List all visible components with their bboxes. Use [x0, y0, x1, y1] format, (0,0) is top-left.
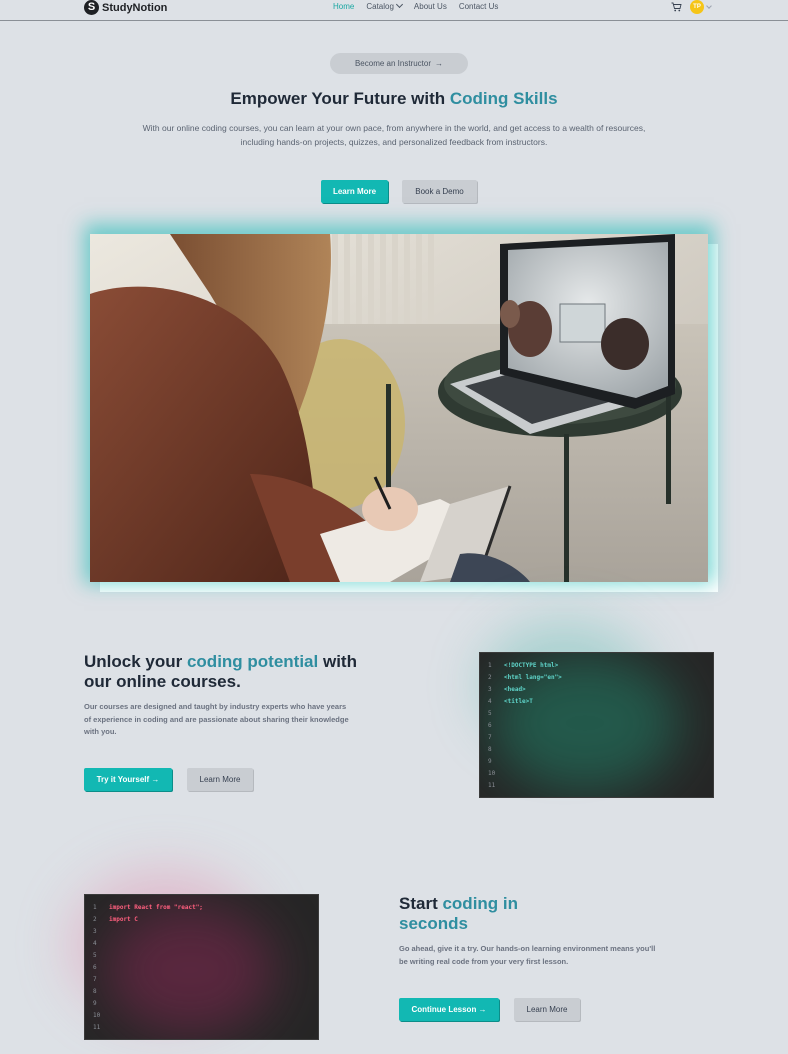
nav-catalog[interactable]: Catalog — [366, 0, 403, 11]
logo[interactable]: S StudyNotion — [84, 0, 167, 15]
code-content: import React from "react"; import C — [109, 902, 203, 926]
line-number: 11 — [93, 1024, 101, 1031]
line-number: 6 — [93, 964, 97, 971]
section1-learn-more-button[interactable]: Learn More — [187, 768, 253, 791]
hero-title-prefix: Empower Your Future with — [230, 89, 450, 108]
brand-name: StudyNotion — [102, 1, 168, 14]
line-number: 3 — [488, 686, 492, 693]
line-number: 8 — [93, 988, 97, 995]
nav-catalog-label: Catalog — [366, 2, 394, 11]
code-content: <!DOCTYPE html> <html lang="en"> <head> <ti… — [504, 660, 562, 708]
line-numbers: 1 2 3 4 5 6 7 8 9 10 11 — [93, 902, 100, 1034]
nav-links: Home Catalog About Us Contact Us — [333, 0, 499, 11]
nav-contact[interactable]: Contact Us — [459, 2, 499, 11]
section1-title-highlight: coding potential — [186, 652, 319, 671]
line-number: 2 — [488, 674, 492, 681]
line-number: 4 — [93, 940, 97, 947]
line-number: 10 — [488, 770, 496, 777]
nav-about[interactable]: About Us — [414, 2, 447, 11]
become-instructor-button[interactable]: Become an Instructor → — [330, 53, 468, 74]
code-line: <!DOCTYPE html> — [504, 662, 559, 669]
code-line: import C — [109, 916, 138, 923]
line-number: 1 — [93, 904, 97, 911]
line-number: 11 — [488, 782, 496, 789]
try-it-yourself-button[interactable]: Try it Yourself → — [84, 768, 172, 791]
section2-title: Start coding in seconds — [399, 894, 559, 934]
hero-video-scene — [90, 234, 708, 582]
line-numbers: 1 2 3 4 5 6 7 8 9 10 11 — [488, 660, 495, 792]
cart-icon[interactable] — [671, 2, 682, 12]
code-line: <head> — [504, 686, 526, 693]
line-number: 6 — [488, 722, 492, 729]
section2-description: Go ahead, give it a try. Our hands-on le… — [399, 944, 656, 966]
line-number: 2 — [93, 916, 97, 923]
hero-subtitle: With our online coding courses, you can … — [142, 123, 646, 147]
section2-title-prefix: Start — [399, 894, 443, 913]
avatar-caret-icon[interactable] — [706, 3, 712, 9]
code-line: <html lang="en"> — [504, 674, 562, 681]
avatar[interactable]: TP — [690, 0, 704, 14]
section1-description: Our courses are designed and taught by i… — [84, 702, 349, 736]
line-number: 7 — [488, 734, 492, 741]
navbar: S StudyNotion Home Catalog About Us Cont… — [0, 0, 788, 21]
nav-home[interactable]: Home — [333, 2, 354, 11]
line-number: 8 — [488, 746, 492, 753]
become-instructor-label: Become an Instructor — [354, 59, 432, 68]
code-editor-react: 1 2 3 4 5 6 7 8 9 10 11 import React from "react";… — [84, 894, 319, 1040]
hero-video[interactable] — [90, 234, 708, 582]
code-line: import React from "react"; — [109, 904, 203, 911]
hero-title: Empower Your Future with Coding Skills — [0, 89, 788, 109]
chevron-down-icon — [395, 0, 403, 9]
line-number: 3 — [93, 928, 97, 935]
try-it-yourself-label: Try it Yourself — [96, 775, 150, 784]
section2-learn-more-button[interactable]: Learn More — [514, 998, 580, 1021]
line-number: 9 — [93, 1000, 97, 1007]
learn-more-button[interactable]: Learn More — [321, 180, 388, 203]
book-demo-button[interactable]: Book a Demo — [402, 180, 477, 203]
line-number: 10 — [93, 1012, 101, 1019]
logo-icon: S — [84, 0, 99, 15]
code-line: <title>T — [504, 698, 533, 705]
arrow-right-icon: → — [476, 1005, 487, 1014]
section1-title: Unlock your coding potential with our on… — [84, 652, 384, 692]
line-number: 5 — [93, 952, 97, 959]
continue-lesson-label: Continue Lesson — [411, 1005, 477, 1014]
line-number: 9 — [488, 758, 492, 765]
section1-title-prefix: Unlock your — [84, 652, 187, 671]
continue-lesson-button[interactable]: Continue Lesson → — [399, 998, 499, 1021]
arrow-right-icon: → — [149, 775, 160, 784]
arrow-right-icon: → — [435, 59, 444, 68]
line-number: 7 — [93, 976, 97, 983]
hero-title-highlight: Coding Skills — [449, 89, 558, 108]
code-editor-html: 1 2 3 4 5 6 7 8 9 10 11 <!DOCTYPE html> <html lang=… — [479, 652, 714, 798]
line-number: 4 — [488, 698, 492, 705]
line-number: 5 — [488, 710, 492, 717]
line-number: 1 — [488, 662, 492, 669]
